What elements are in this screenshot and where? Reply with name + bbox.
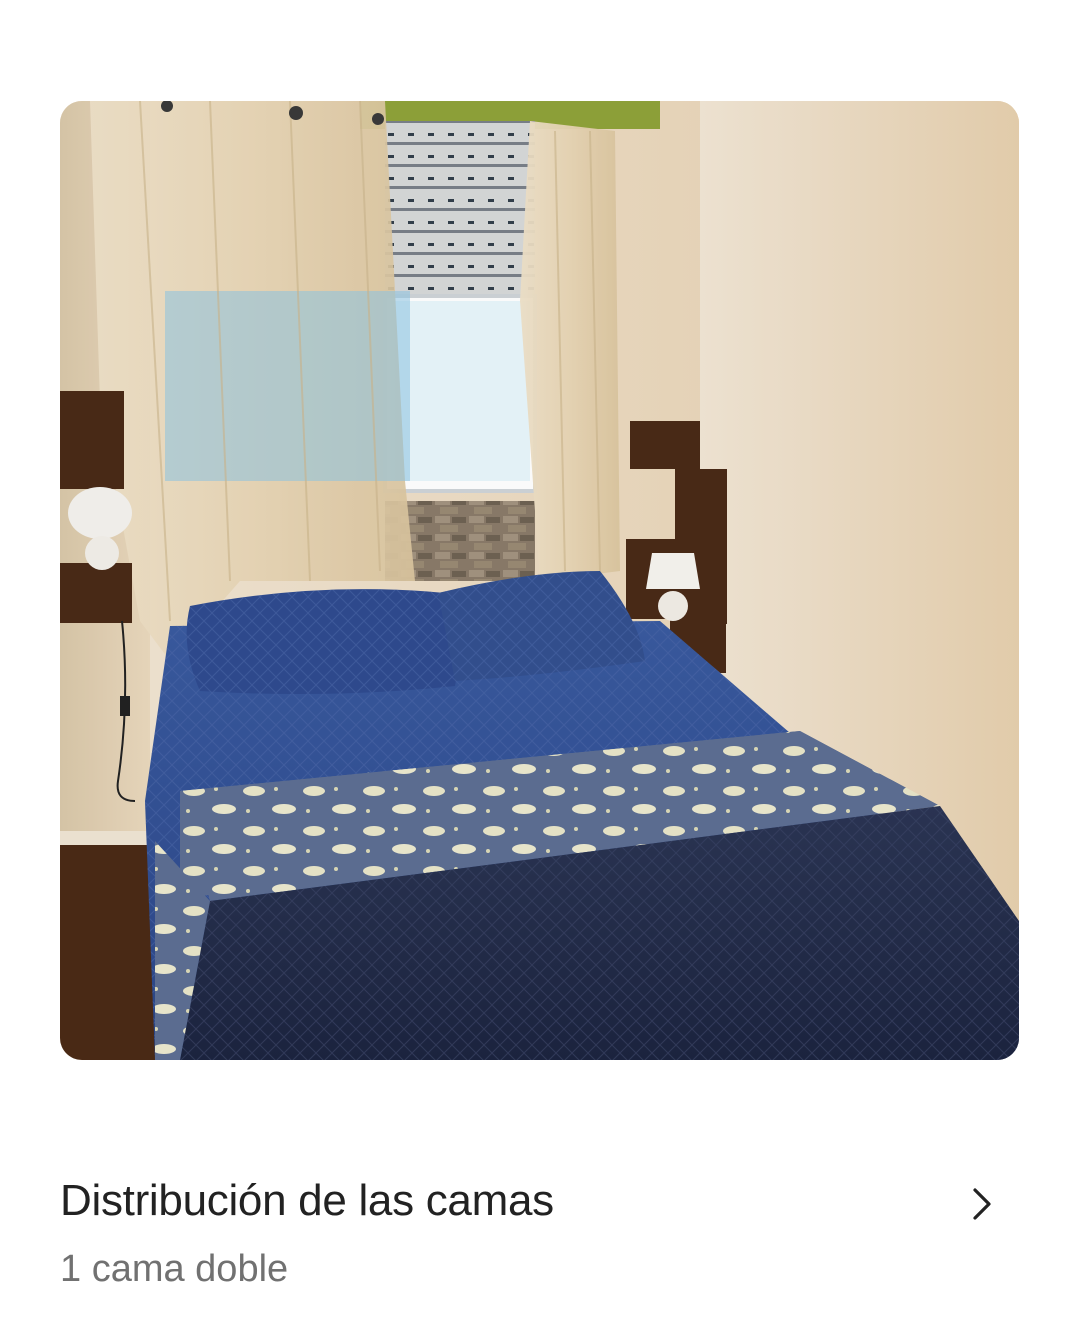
bed-arrangement-title: Distribución de las camas bbox=[60, 1176, 554, 1225]
chevron-right-icon[interactable] bbox=[961, 1184, 1001, 1224]
bedroom-photo[interactable] bbox=[60, 101, 1019, 1060]
bedroom-photo-illustration bbox=[60, 101, 1019, 1060]
bed-arrangement-row[interactable]: Distribución de las camas 1 cama doble bbox=[60, 1170, 1019, 1310]
bed-arrangement-subtitle: 1 cama doble bbox=[60, 1248, 289, 1290]
